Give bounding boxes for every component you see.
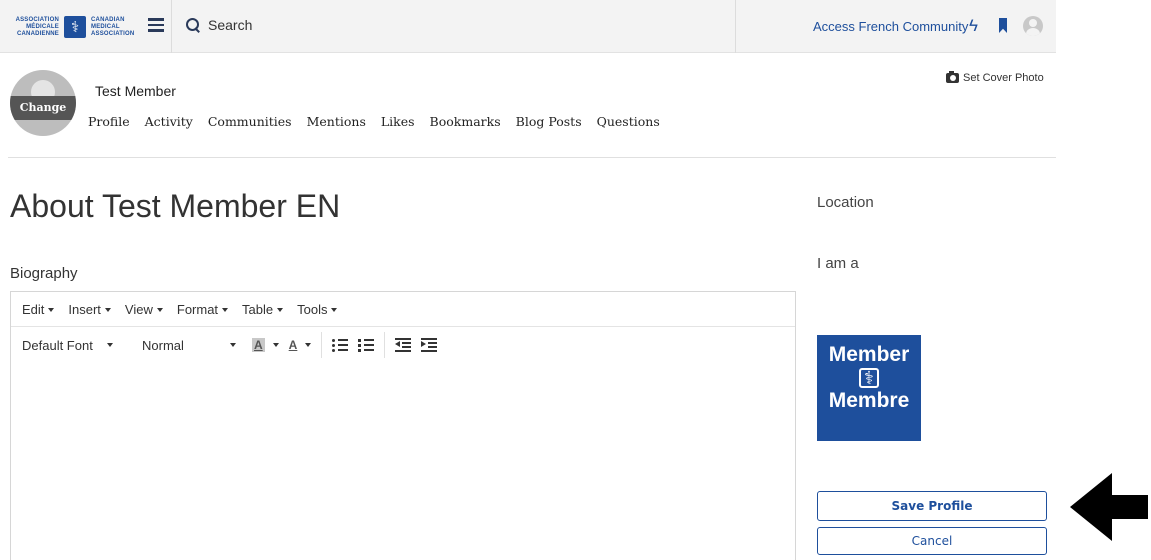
editor-content-area[interactable] (11, 363, 795, 560)
text-color-button[interactable]: A (289, 338, 312, 352)
background-color-button[interactable]: A (252, 338, 279, 352)
caret-down-icon (305, 343, 312, 347)
background-color-icon: A (252, 338, 265, 352)
cma-logo[interactable]: ASSOCIATION MÉDICALE CANADIENNE ⚕ CANADI… (8, 13, 139, 41)
search-placeholder: Search (208, 17, 253, 33)
bullet-list-button[interactable] (332, 338, 349, 352)
indent-icon (421, 338, 438, 352)
user-avatar-icon[interactable] (1023, 16, 1043, 36)
pointer-arrow-icon (1070, 473, 1148, 541)
page-title: About Test Member EN (10, 188, 341, 224)
top-bar: ASSOCIATION MÉDICALE CANADIENNE ⚕ CANADI… (0, 0, 1056, 53)
caret-down-icon (106, 343, 113, 347)
logo-line: ASSOCIATION (91, 30, 135, 37)
logo-text-english: CANADIAN MEDICAL ASSOCIATION (91, 17, 139, 38)
profile-nav-blog-posts[interactable]: Blog Posts (516, 114, 582, 129)
menu-label: Tools (297, 301, 328, 317)
biography-label: Biography (10, 265, 78, 282)
profile-nav-profile[interactable]: Profile (88, 114, 130, 129)
numbered-list-icon (358, 338, 375, 352)
bookmark-icon[interactable] (999, 18, 1007, 33)
badge-text-member: Member (828, 343, 910, 366)
caret-down-icon (331, 308, 338, 313)
font-size-value: Normal (142, 337, 184, 353)
location-label: Location (817, 194, 874, 211)
menu-label: Table (242, 301, 274, 317)
menu-label: View (124, 301, 153, 317)
access-french-community-link[interactable]: Access French Community (813, 19, 968, 34)
profile-nav-communities[interactable]: Communities (208, 114, 292, 129)
editor-toolbar: Default Font Normal A A (11, 327, 795, 363)
member-badge: Member ⚕ Membre (817, 335, 921, 441)
header-divider (8, 157, 1056, 158)
search-icon (186, 18, 200, 32)
indent-button[interactable] (421, 338, 438, 352)
save-profile-button[interactable]: Save Profile (817, 491, 1047, 521)
badge-text-membre: Membre (828, 389, 910, 412)
editor-menubar: Edit Insert View Format Table Tools (11, 292, 795, 327)
editor-menu-table[interactable]: Table (242, 301, 284, 317)
toolbar-separator (321, 332, 323, 358)
i-am-a-label: I am a (817, 255, 859, 272)
logo-text-french: ASSOCIATION MÉDICALE CANADIENNE (8, 17, 59, 38)
toolbar-separator (384, 332, 386, 358)
numbered-list-button[interactable] (358, 338, 375, 352)
set-cover-photo-button[interactable]: Set Cover Photo (946, 71, 1044, 84)
camera-icon (946, 71, 959, 83)
menu-label: Insert (68, 301, 101, 317)
cma-caduceus-icon: ⚕ (859, 368, 879, 388)
editor-menu-view[interactable]: View (125, 302, 163, 317)
biography-editor: Edit Insert View Format Table Tools Defa… (10, 291, 796, 560)
caret-down-icon (48, 308, 55, 313)
logo-line: CANADIENNE (16, 30, 59, 37)
menu-label: Format (176, 301, 219, 317)
caret-down-icon (104, 308, 111, 313)
change-avatar-button[interactable]: Change (10, 96, 76, 120)
outdent-button[interactable] (395, 338, 412, 352)
caret-down-icon (229, 343, 236, 347)
hamburger-icon[interactable] (148, 18, 164, 32)
profile-nav-mentions[interactable]: Mentions (307, 114, 366, 129)
font-size-select[interactable]: Normal (142, 338, 252, 353)
topbar-divider (171, 0, 172, 53)
bullet-list-icon (332, 338, 349, 352)
editor-menu-edit[interactable]: Edit (22, 301, 55, 317)
profile-nav-likes[interactable]: Likes (381, 114, 415, 129)
cancel-button[interactable]: Cancel (817, 527, 1047, 555)
font-family-select[interactable]: Default Font (22, 338, 142, 353)
search-input[interactable]: Search (186, 17, 252, 33)
member-name: Test Member (95, 83, 176, 99)
menu-label: Edit (22, 301, 45, 317)
caret-down-icon (272, 343, 279, 347)
editor-menu-format[interactable]: Format (176, 301, 229, 317)
logo-line: ASSOCIATION (15, 16, 59, 23)
profile-nav-questions[interactable]: Questions (597, 114, 660, 129)
caret-down-icon (156, 308, 163, 313)
font-family-value: Default Font (22, 337, 93, 353)
bolt-icon[interactable]: ϟ (969, 16, 978, 36)
profile-nav-activity[interactable]: Activity (145, 114, 193, 129)
profile-nav-bookmarks[interactable]: Bookmarks (430, 114, 501, 129)
logo-line: CANADIAN (91, 16, 125, 23)
text-color-icon: A (288, 338, 298, 352)
profile-nav: Profile Activity Communities Mentions Li… (88, 114, 675, 129)
caret-down-icon (277, 308, 284, 313)
outdent-icon (395, 338, 412, 352)
cma-caduceus-logo-icon: ⚕ (64, 16, 86, 38)
logo-line: MEDICAL (91, 23, 120, 30)
logo-line: MÉDICALE (26, 23, 59, 30)
editor-menu-tools[interactable]: Tools (297, 301, 338, 317)
editor-menu-insert[interactable]: Insert (68, 302, 111, 317)
profile-avatar: Change (10, 70, 76, 136)
set-cover-photo-label: Set Cover Photo (963, 72, 1044, 84)
topbar-divider (735, 0, 736, 53)
caret-down-icon (222, 308, 229, 313)
